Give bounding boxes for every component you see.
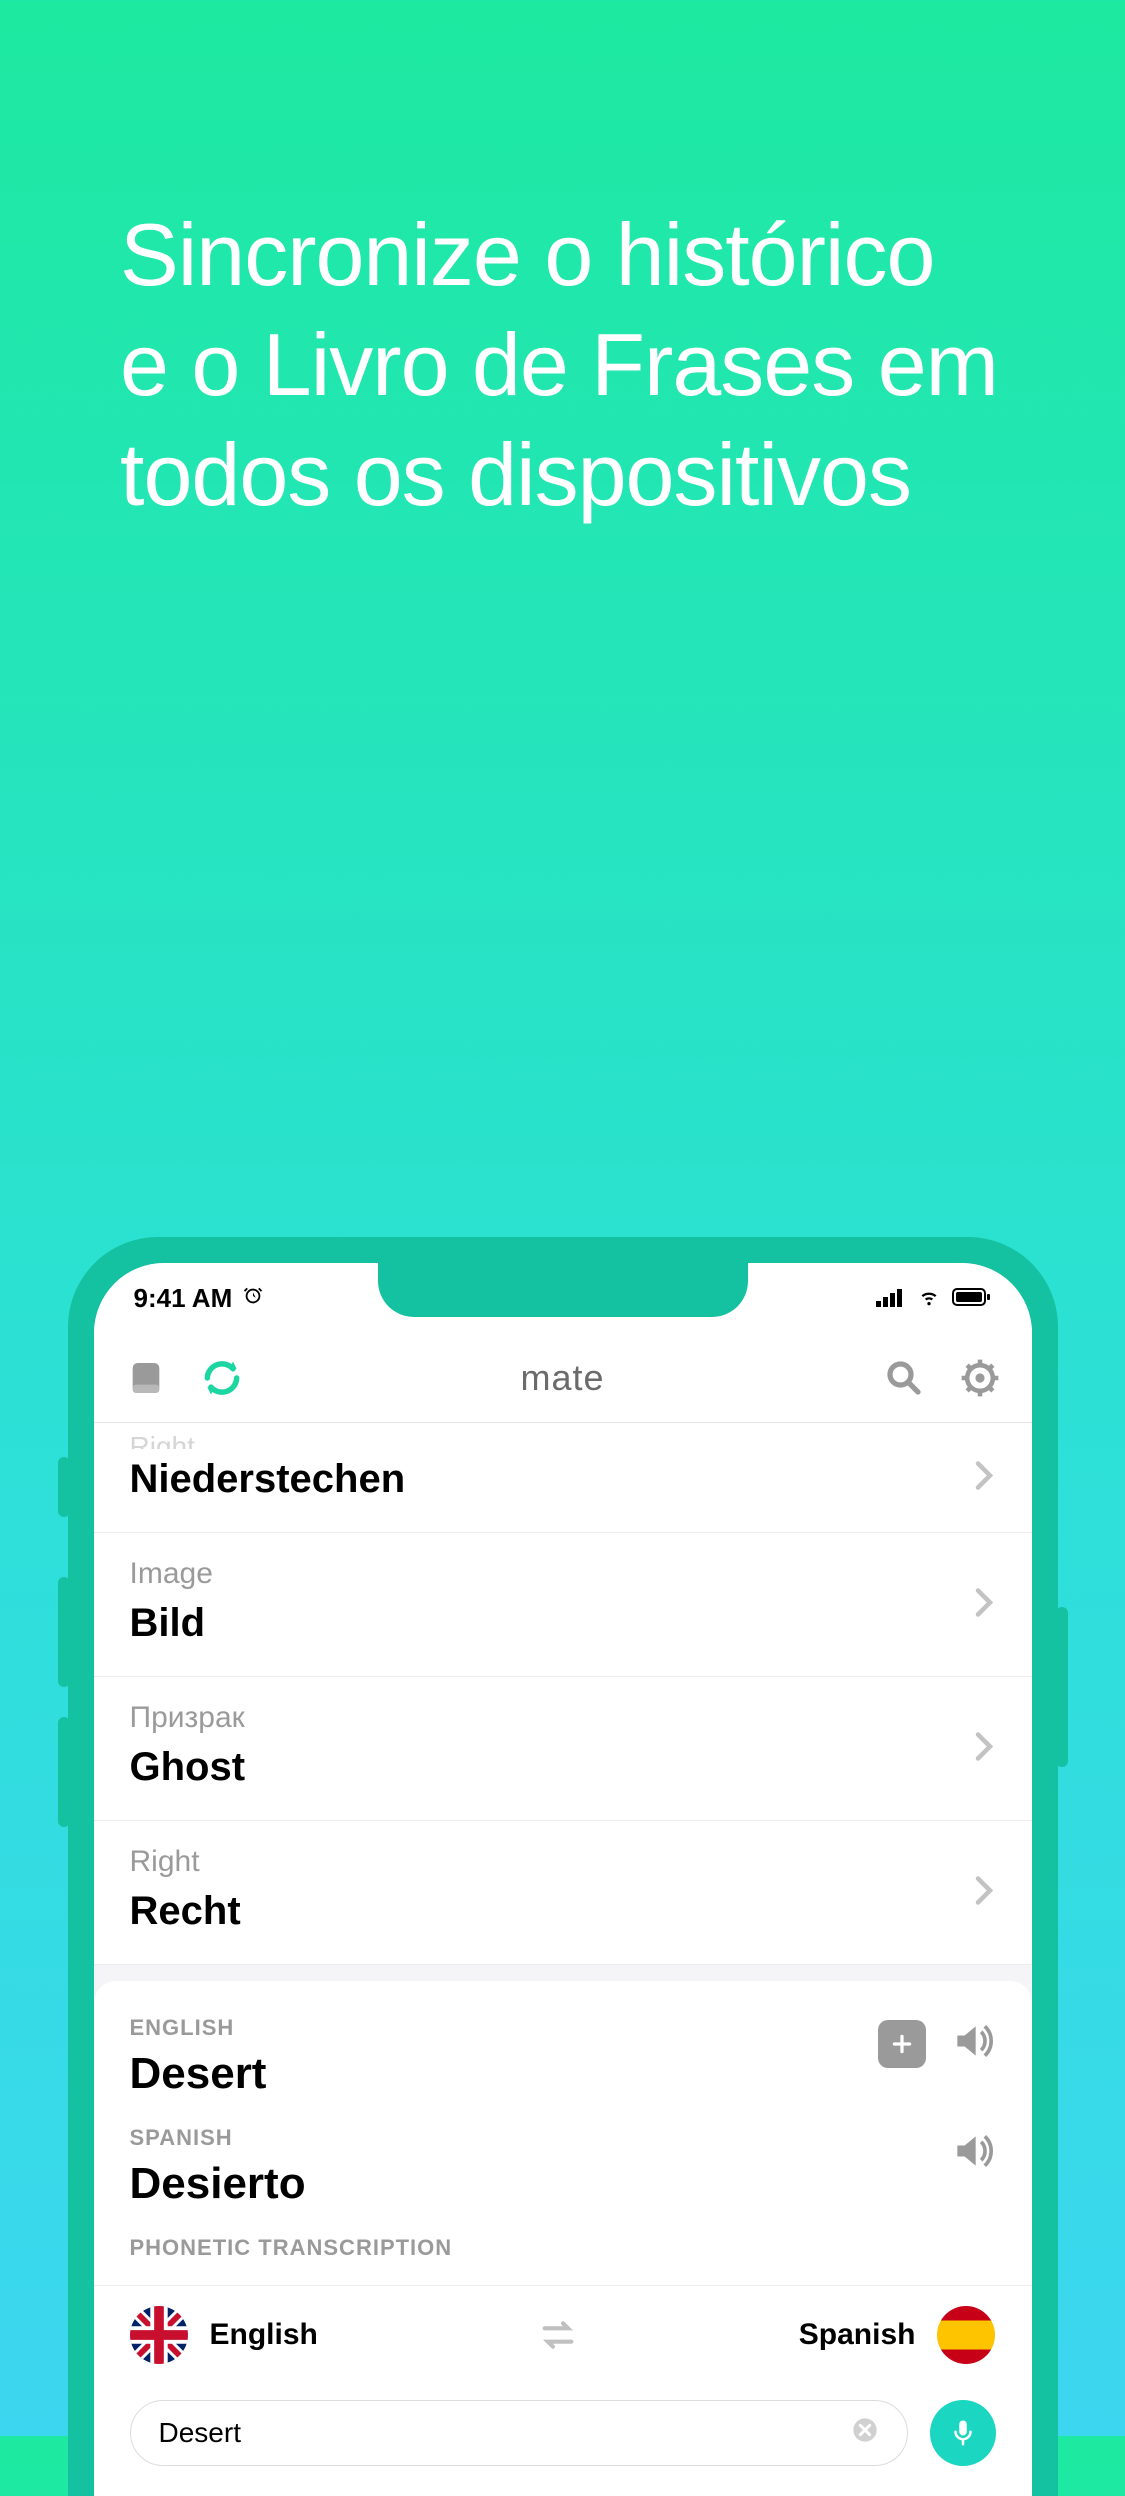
clear-input-icon[interactable] — [851, 2416, 879, 2451]
phone-mockup: 9:41 AM — [68, 1237, 1058, 2496]
wifi-icon — [916, 1283, 942, 1314]
input-value: Desert — [159, 2417, 241, 2449]
marketing-headline: Sincronize o histórico e o Livro de Fras… — [0, 0, 1125, 530]
history-source: Image — [130, 1557, 996, 1591]
history-row[interactable]: Image Bild — [94, 1533, 1032, 1677]
app-title: mate — [416, 1357, 710, 1399]
phrasebook-icon[interactable] — [122, 1354, 170, 1402]
target-lang-label: SPANISH — [130, 2125, 996, 2151]
from-language-label: English — [210, 2318, 318, 2352]
from-language[interactable]: English — [130, 2306, 318, 2364]
history-row[interactable]: Right Niederstechen — [94, 1423, 1032, 1533]
history-translation: Niederstechen — [130, 1457, 996, 1502]
source-text: Desert — [130, 2049, 996, 2099]
speaker-icon[interactable] — [948, 2019, 996, 2068]
history-list: Right Niederstechen Image Bild Призрак G… — [94, 1423, 1032, 1965]
speaker-icon[interactable] — [948, 2129, 996, 2178]
language-bar: English Spanish — [94, 2285, 1032, 2384]
phonetic-label: PHONETIC TRANSCRIPTION — [130, 2235, 996, 2261]
uk-flag-icon — [130, 2306, 188, 2364]
chevron-right-icon — [974, 1731, 994, 1766]
app-header: mate — [94, 1333, 1032, 1423]
history-source: Призрак — [130, 1701, 996, 1735]
device-notch — [378, 1263, 748, 1317]
status-time: 9:41 AM — [134, 1283, 233, 1314]
microphone-button[interactable] — [930, 2400, 996, 2466]
battery-icon — [952, 1283, 992, 1314]
search-icon[interactable] — [880, 1354, 928, 1402]
chevron-right-icon — [974, 1587, 994, 1622]
swap-languages-button[interactable] — [534, 2311, 582, 2359]
history-translation: Ghost — [130, 1745, 996, 1790]
gear-icon[interactable] — [956, 1354, 1004, 1402]
sync-icon[interactable] — [198, 1354, 246, 1402]
target-text: Desierto — [130, 2159, 996, 2209]
translate-input[interactable]: Desert — [130, 2400, 908, 2466]
history-translation: Bild — [130, 1601, 996, 1646]
spain-flag-icon — [937, 2306, 995, 2364]
to-language-label: Spanish — [799, 2318, 916, 2352]
input-bar: Desert — [94, 2384, 1032, 2496]
to-language[interactable]: Spanish — [799, 2306, 996, 2364]
signal-icon — [876, 1283, 906, 1314]
alarm-icon — [242, 1283, 264, 1314]
history-row[interactable]: Призрак Ghost — [94, 1677, 1032, 1821]
chevron-right-icon — [974, 1875, 994, 1910]
history-row[interactable]: Right Recht — [94, 1821, 1032, 1965]
translation-card: ENGLISH Desert SPANISH Desierto — [94, 1981, 1032, 2285]
history-source: Right — [130, 1845, 996, 1879]
add-to-phrasebook-button[interactable] — [878, 2020, 926, 2068]
source-lang-label: ENGLISH — [130, 2015, 996, 2041]
history-translation: Recht — [130, 1889, 996, 1934]
history-source: Right — [130, 1431, 996, 1449]
chevron-right-icon — [974, 1460, 994, 1495]
